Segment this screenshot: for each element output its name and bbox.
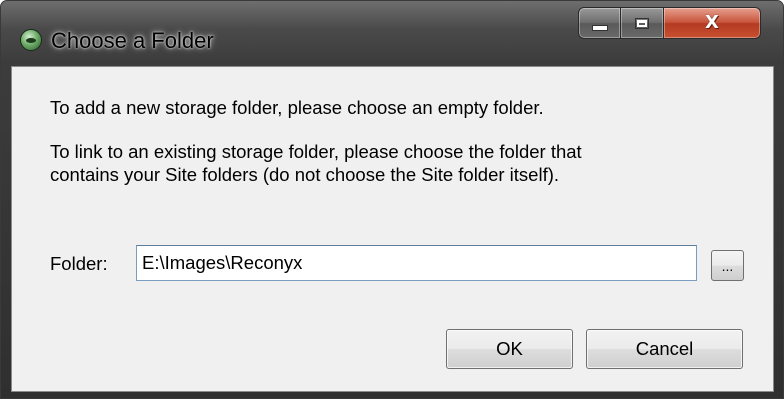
ok-button[interactable]: OK	[446, 329, 573, 369]
dialog-body: To add a new storage folder, please choo…	[11, 66, 774, 392]
minimize-button[interactable]	[578, 7, 621, 39]
choose-folder-dialog: Choose a Folder X To add a new storage f…	[0, 0, 784, 399]
title-bar[interactable]: Choose a Folder X	[1, 1, 783, 65]
instruction-link-folder-line2: contains your Site folders (do not choos…	[50, 164, 560, 185]
browse-button[interactable]: ...	[711, 250, 744, 281]
instruction-link-folder-line1: To link to an existing storage folder, p…	[50, 141, 582, 162]
window-title: Choose a Folder	[51, 28, 214, 53]
folder-label: Folder:	[50, 253, 108, 274]
window-controls: X	[578, 7, 761, 39]
minimize-icon	[591, 25, 608, 31]
close-icon: X	[705, 12, 719, 33]
maximize-button[interactable]	[621, 7, 664, 39]
close-button[interactable]: X	[664, 7, 761, 39]
cancel-button[interactable]: Cancel	[586, 329, 743, 369]
app-icon	[20, 29, 42, 51]
folder-path-input[interactable]	[136, 245, 697, 281]
instruction-new-folder: To add a new storage folder, please choo…	[50, 97, 544, 118]
maximize-icon	[635, 17, 649, 29]
